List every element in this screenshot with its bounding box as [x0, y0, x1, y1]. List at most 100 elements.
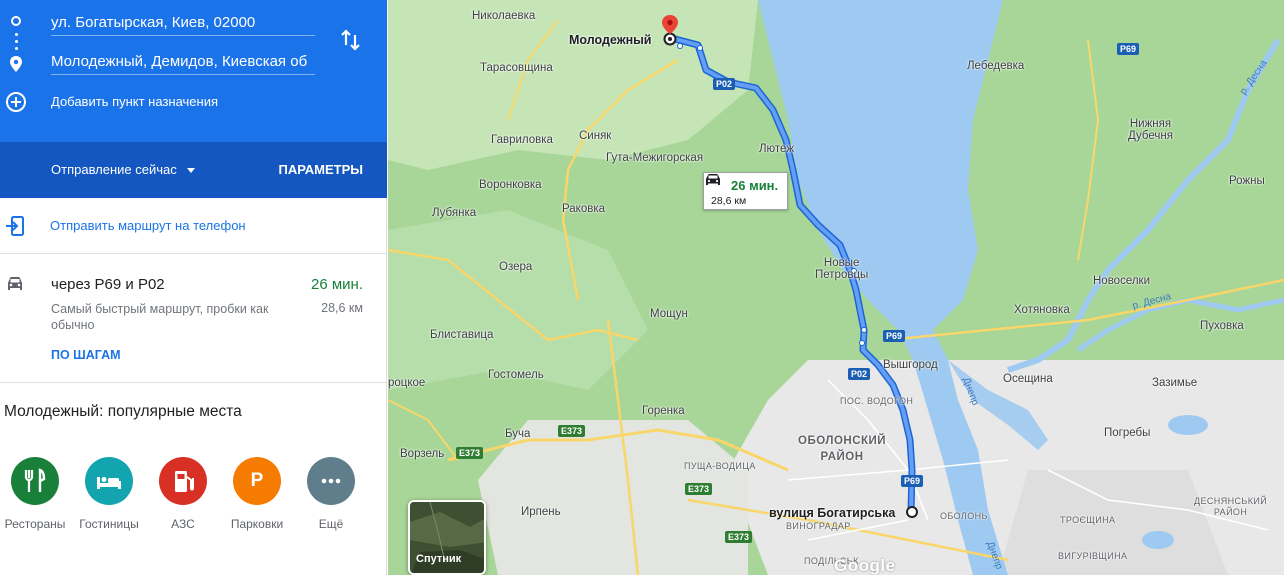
- tooltip-distance: 28,6 км: [711, 195, 747, 207]
- category-parking[interactable]: P Парковки: [220, 457, 294, 537]
- map-label-khotyanovka: Хотяновка: [1014, 304, 1070, 316]
- google-logo: Google: [834, 556, 896, 575]
- category-more[interactable]: Ещё: [294, 457, 368, 537]
- map-label-voronkovka: Воронковка: [479, 179, 542, 191]
- send-to-device-icon: [6, 216, 24, 236]
- map-label-osetshchina: Осещина: [1003, 373, 1053, 385]
- map-label-guta: Гута-Межигорская: [606, 152, 704, 164]
- category-gas-stations[interactable]: АЗС: [146, 457, 220, 537]
- category-label: Парковки: [230, 517, 284, 531]
- map-label-lebedevka: Лебедевка: [967, 60, 1025, 72]
- road-shield: E373: [685, 483, 713, 495]
- destination-input[interactable]: Молодежный, Демидов, Киевская об: [51, 51, 315, 75]
- parking-icon: P: [250, 470, 264, 491]
- route-distance: 28,6 км: [321, 301, 363, 315]
- departure-dropdown[interactable]: Отправление сейчас: [51, 162, 177, 177]
- chevron-down-icon[interactable]: [187, 168, 195, 173]
- fork-knife-icon: [24, 468, 46, 492]
- tooltip-duration: 26 мин.: [731, 178, 779, 193]
- satellite-label: Спутник: [416, 553, 462, 565]
- road-shield: P02: [848, 368, 871, 380]
- more-icon: [321, 478, 341, 484]
- map-label-pukhovka: Пуховка: [1200, 320, 1244, 332]
- map-label-blistavitsa: Блиставица: [430, 329, 494, 341]
- map-label-ozera: Озера: [499, 261, 533, 273]
- road-shield: P69: [901, 475, 924, 487]
- popular-places-title: Молодежный: популярные места: [4, 403, 242, 420]
- departure-bar: Отправление сейчас ПАРАМЕТРЫ: [0, 142, 387, 198]
- send-to-phone-row[interactable]: Отправить маршрут на телефон: [0, 198, 387, 254]
- map-label-sinyak: Синяк: [579, 130, 612, 142]
- send-to-phone-link[interactable]: Отправить маршрут на телефон: [50, 218, 246, 233]
- road-shield: P02: [713, 78, 736, 90]
- category-label: Рестораны: [4, 517, 66, 531]
- map-label-pushcha-voditsa: ПУЩА-ВОДИЦА: [684, 461, 756, 471]
- map-canvas[interactable]: Николаевка Молодежный Тарасовщина Лебеде…: [388, 0, 1284, 575]
- map-label-gavrilovka: Гавриловка: [491, 134, 553, 146]
- map-label-nyzhnya-dubechnya: Нижняя Дубечня: [1128, 118, 1173, 142]
- category-restaurants[interactable]: Рестораны: [0, 457, 72, 537]
- route-via-label: через P69 и P02: [51, 276, 165, 293]
- category-label: Ещё: [318, 517, 344, 531]
- car-icon: [706, 174, 720, 185]
- route-duration: 26 мин.: [311, 276, 363, 293]
- map-label-vorzel: Ворзель: [400, 448, 445, 460]
- route-dots-icon: [14, 47, 18, 50]
- add-destination-icon[interactable]: [6, 92, 26, 112]
- origin-input[interactable]: ул. Богатырская, Киев, 02000: [51, 12, 315, 36]
- road-shield: P69: [1117, 43, 1140, 55]
- map-label-bucha: Буча: [505, 428, 531, 440]
- map-label-rotskoe: роцкое: [388, 377, 426, 389]
- road-shield: P69: [883, 330, 906, 342]
- map-label-vigurovshchina: ВИГУРІВЩИНА: [1058, 551, 1128, 561]
- map-label-obolonsky-district: ОБОЛОНСКИЙ РАЙОН: [798, 435, 887, 463]
- road-shield: E373: [725, 531, 753, 543]
- map-label-rozhny: Рожны: [1229, 175, 1265, 187]
- options-button[interactable]: ПАРАМЕТРЫ: [279, 162, 364, 177]
- map-label-moshchun: Мощун: [650, 308, 688, 320]
- map-label-lyutezh: Лютеж: [759, 143, 795, 155]
- map-label-vyshgorod: Вышгород: [883, 359, 938, 371]
- map-label-lubyanka: Лубянка: [432, 207, 477, 219]
- directions-panel: ул. Богатырская, Киев, 02000 Молодежный,…: [0, 0, 387, 575]
- map-base: [388, 0, 1284, 575]
- map-label-tarasovshchina: Тарасовщина: [480, 62, 553, 74]
- category-label: Гостиницы: [79, 517, 139, 531]
- route-dots-icon: [14, 40, 18, 43]
- map-label-zazimye: Зазимье: [1152, 377, 1198, 389]
- map-label-gostomel: Гостомель: [488, 369, 544, 381]
- category-hotels[interactable]: Гостиницы: [72, 457, 146, 537]
- map-label-vodogon: ПОС. ВОДОГОН: [840, 396, 914, 406]
- swap-directions-icon[interactable]: [340, 28, 362, 52]
- map-label-gorenka: Горенка: [642, 405, 685, 417]
- map-label-nikolaevka: Николаевка: [472, 10, 536, 22]
- car-icon: [8, 277, 22, 290]
- map-label-desnyansky: ДЕСНЯНСЬКИЙ РАЙОН: [1194, 496, 1268, 517]
- map-label-pogrebyi: Погребы: [1104, 427, 1151, 439]
- satellite-layer-toggle[interactable]: Спутник: [408, 500, 486, 575]
- gas-station-icon: [175, 471, 194, 492]
- route-dots-icon: [14, 33, 18, 36]
- destination-pin-icon: [10, 56, 22, 72]
- origin-dot-icon: [11, 16, 21, 26]
- map-label-molodezhny[interactable]: Молодежный: [569, 33, 651, 47]
- directions-header: ул. Богатырская, Киев, 02000 Молодежный,…: [0, 0, 387, 142]
- map-label-rakovka: Раковка: [562, 203, 606, 215]
- bed-icon: [97, 477, 121, 489]
- add-destination-link[interactable]: Добавить пункт назначения: [51, 94, 218, 109]
- map-label-troeshchina: ТРОЄЩИНА: [1060, 515, 1116, 525]
- map-label-obolon: ОБОЛОНЬ: [940, 511, 988, 521]
- road-shield: E373: [558, 425, 586, 437]
- road-shield: E373: [456, 447, 484, 459]
- map-label-novoselki: Новоселки: [1093, 275, 1151, 287]
- route-travel-time-tooltip[interactable]: 26 мин. 28,6 км: [703, 172, 788, 210]
- category-label: АЗС: [171, 517, 195, 531]
- map-label-vinogradar: ВИНОГРАДАР: [786, 521, 851, 531]
- route-option-card[interactable]: через P69 и P02 26 мин. Самый быстрый ма…: [0, 255, 387, 383]
- map-label-novye-petrovtsy: Новые Петровцы: [815, 257, 869, 281]
- maps-app: ул. Богатырская, Киев, 02000 Молодежный,…: [0, 0, 1284, 575]
- map-label-bogatyrska[interactable]: вулиця Богатирська: [769, 506, 895, 520]
- step-by-step-button[interactable]: ПО ШАГАМ: [51, 348, 121, 362]
- map-label-irpin: Ирпень: [521, 506, 561, 518]
- route-description: Самый быстрый маршрут, пробки как обычно: [51, 302, 269, 332]
